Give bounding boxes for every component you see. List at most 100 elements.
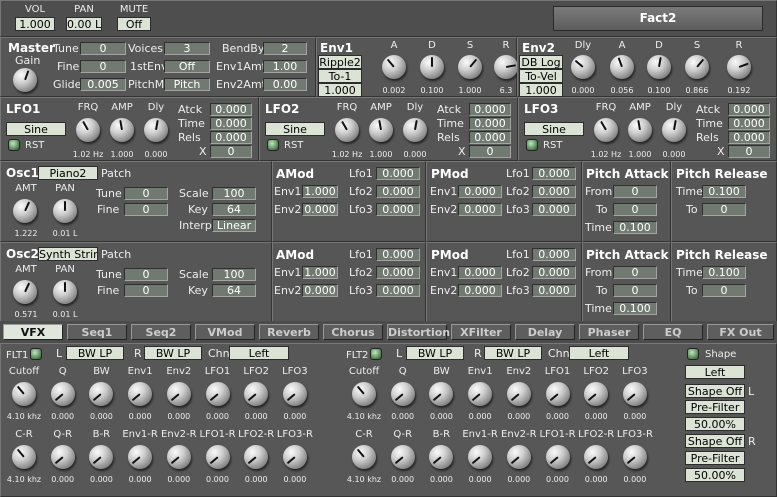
osc2-amod-env1-field[interactable]: 1.000 <box>302 266 338 279</box>
osc2-pa-from-field[interactable]: 0 <box>613 266 657 279</box>
flt1-led-toggle[interactable] <box>30 348 42 360</box>
lfo2-rels-field[interactable]: 0.000 <box>469 131 511 144</box>
lfo2-wave-select[interactable]: Sine <box>265 122 325 136</box>
lfo3-rst-led[interactable] <box>526 139 538 151</box>
flt2-r2-7-knob[interactable] <box>622 445 647 469</box>
osc1-amod-env2-field[interactable]: 0.000 <box>302 203 338 216</box>
osc2-pmod-lfo1-field[interactable]: 0.000 <box>532 248 576 261</box>
flt1-r2-5-knob[interactable] <box>205 445 230 469</box>
tab-delay[interactable]: Delay <box>515 324 575 340</box>
osc1-key-field[interactable]: 64 <box>212 203 256 216</box>
flt2-chn-select[interactable]: Left <box>569 346 629 360</box>
flt2-r1-6-knob[interactable] <box>584 382 609 406</box>
flt2-r2-4-knob[interactable] <box>506 445 531 469</box>
shape-l-filter-select[interactable]: Pre-Filter <box>685 400 745 414</box>
lfo3-frq-knob[interactable] <box>594 118 618 142</box>
shape-mode-select[interactable]: Left <box>685 365 745 379</box>
osc1-amod-lfo3-field[interactable]: 0.000 <box>376 203 420 216</box>
osc2-pmod-lfo2-field[interactable]: 0.000 <box>532 266 576 279</box>
lfo3-amp-knob[interactable] <box>628 118 652 142</box>
env2-4-knob[interactable] <box>727 55 751 79</box>
osc2-amt-knob[interactable] <box>13 280 37 304</box>
tab-vfx[interactable]: VFX <box>3 324 63 340</box>
env1-2-knob[interactable] <box>458 55 482 79</box>
flt2-r2-0-knob[interactable] <box>352 445 376 469</box>
osc1-pa-from-field[interactable]: 0 <box>613 185 657 198</box>
flt1-r1-3-knob[interactable] <box>128 382 153 406</box>
lfo3-atck-field[interactable]: 0.000 <box>728 103 770 116</box>
shape-led-toggle[interactable] <box>687 348 699 360</box>
flt2-r1-0-knob[interactable] <box>352 382 376 406</box>
osc2-patch-select[interactable]: Synth String <box>38 247 98 261</box>
lfo1-frq-knob[interactable] <box>76 118 100 142</box>
master-env1amt-field[interactable]: 1.00 <box>263 60 307 73</box>
osc2-amod-lfo3-field[interactable]: 0.000 <box>376 284 420 297</box>
lfo3-x-field[interactable]: 0 <box>728 145 770 158</box>
osc1-tune-field[interactable]: 0 <box>124 187 168 200</box>
osc1-pa-time-field[interactable]: 0.100 <box>613 221 657 234</box>
flt1-r2-4-knob[interactable] <box>166 445 191 469</box>
lfo2-amp-knob[interactable] <box>369 118 393 142</box>
osc1-amt-knob[interactable] <box>13 199 37 223</box>
lfo1-x-field[interactable]: 0 <box>210 145 252 158</box>
lfo1-rels-field[interactable]: 0.000 <box>210 131 252 144</box>
master-tune-field[interactable]: 0 <box>80 42 126 55</box>
osc1-interp-select[interactable]: Linear <box>212 219 256 232</box>
tab-chorus[interactable]: Chorus <box>323 324 383 340</box>
lfo2-dly-knob[interactable] <box>403 118 427 142</box>
flt1-r2-3-knob[interactable] <box>128 445 153 469</box>
osc1-pmod-lfo1-field[interactable]: 0.000 <box>532 167 576 180</box>
osc2-key-field[interactable]: 64 <box>212 284 256 297</box>
osc2-fine-field[interactable]: 0 <box>124 284 168 297</box>
lfo2-atck-field[interactable]: 0.000 <box>469 103 511 116</box>
flt1-r1-5-knob[interactable] <box>205 382 230 406</box>
flt1-r2-6-knob[interactable] <box>244 445 269 469</box>
flt2-r1-4-knob[interactable] <box>506 382 531 406</box>
pan-field[interactable]: 0.00 L <box>66 17 102 31</box>
osc1-patch-select[interactable]: Piano2 <box>38 166 98 180</box>
osc2-pmod-lfo3-field[interactable]: 0.000 <box>532 284 576 297</box>
env1-3-knob[interactable] <box>494 55 518 79</box>
osc1-amod-env1-field[interactable]: 1.000 <box>302 185 338 198</box>
env1-0-knob[interactable] <box>382 55 406 79</box>
lfo1-time-field[interactable]: 0.000 <box>210 117 252 130</box>
tab-seq2[interactable]: Seq2 <box>131 324 191 340</box>
osc2-amod-lfo1-field[interactable]: 0.000 <box>376 248 420 261</box>
osc2-amod-env2-field[interactable]: 0.000 <box>302 284 338 297</box>
env1-1-knob[interactable] <box>420 55 444 79</box>
osc2-tune-field[interactable]: 0 <box>124 268 168 281</box>
flt2-r2-3-knob[interactable] <box>468 445 493 469</box>
osc1-pan-knob[interactable] <box>53 199 77 223</box>
lfo1-wave-select[interactable]: Sine <box>6 122 66 136</box>
lfo1-rst-led[interactable] <box>8 139 20 151</box>
flt1-r2-0-knob[interactable] <box>12 445 36 469</box>
lfo1-atck-field[interactable]: 0.000 <box>210 103 252 116</box>
tab-xfilter[interactable]: XFilter <box>451 324 511 340</box>
lfo2-x-field[interactable]: 0 <box>469 145 511 158</box>
mute-toggle[interactable]: Off <box>117 17 151 31</box>
master-env2amt-field[interactable]: 0.00 <box>263 78 307 91</box>
flt1-r2-7-knob[interactable] <box>282 445 307 469</box>
osc1-pr-time-field[interactable]: 0.100 <box>702 185 746 198</box>
env2-mode-select[interactable]: DB Log <box>519 55 563 69</box>
shape-r-type-select[interactable]: Shape Off <box>685 434 745 448</box>
master-firstenv-field[interactable]: Off <box>164 60 210 73</box>
flt1-r1-4-knob[interactable] <box>166 382 191 406</box>
osc2-pr-to-field[interactable]: 0 <box>702 284 746 297</box>
env1-vel-select[interactable]: To-1 <box>318 69 362 83</box>
preset-name-display[interactable]: Fact2 <box>553 6 763 31</box>
env1-mode-select[interactable]: Ripple2 <box>318 55 362 69</box>
osc1-fine-field[interactable]: 0 <box>124 203 168 216</box>
master-glide-field[interactable]: 0.005 <box>80 78 126 91</box>
shape-l-type-select[interactable]: Shape Off <box>685 384 745 398</box>
flt2-r1-7-knob[interactable] <box>622 382 647 406</box>
env2-1-knob[interactable] <box>610 55 634 79</box>
flt2-r2-6-knob[interactable] <box>584 445 609 469</box>
master-voices-field[interactable]: 3 <box>164 42 210 55</box>
osc1-pmod-lfo2-field[interactable]: 0.000 <box>532 185 576 198</box>
osc1-pmod-env2-field[interactable]: 0.000 <box>458 203 502 216</box>
flt2-r1-5-knob[interactable] <box>545 382 570 406</box>
tab-fx-out[interactable]: FX Out <box>707 324 774 340</box>
tab-vmod[interactable]: VMod <box>195 324 255 340</box>
flt1-chn-select[interactable]: Left <box>229 346 289 360</box>
